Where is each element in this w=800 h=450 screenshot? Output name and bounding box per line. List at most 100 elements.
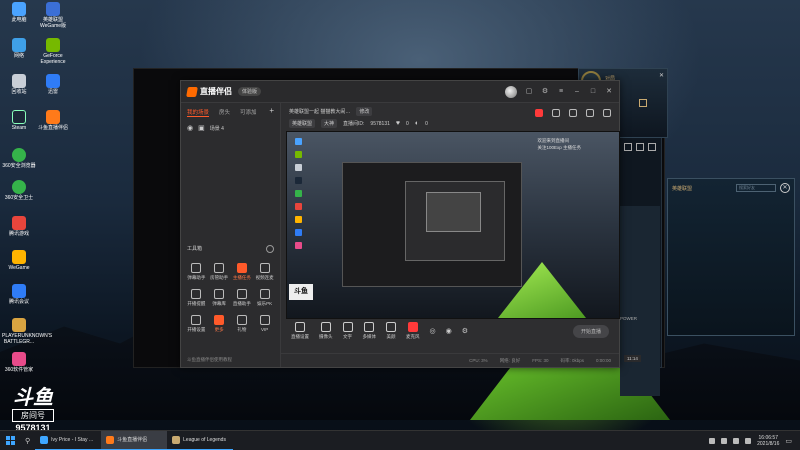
tool-live-reminder[interactable]: 开播提醒 <box>185 289 208 307</box>
gear-icon[interactable] <box>639 99 647 107</box>
taskbar-app-music[interactable]: Ivy Price - I Stay ... <box>35 431 102 450</box>
close-icon[interactable]: ✕ <box>659 72 664 79</box>
library-icon <box>214 289 225 299</box>
scene-tabs: 我的场景 房头 可添加 + <box>181 103 280 122</box>
minimize-icon[interactable]: – <box>573 88 581 96</box>
desktop-icon[interactable]: 360安全浏览器 <box>2 148 36 170</box>
scene-item[interactable]: ◉ ▣ 场景 4 <box>181 122 280 134</box>
microphone-button[interactable]: 麦克风 <box>406 322 420 340</box>
record-icon[interactable]: ◎ <box>430 327 436 335</box>
live-preview[interactable]: 欢迎来到直播间 关注100Exp 主播任务 斗鱼 <box>286 131 620 319</box>
lol-icon <box>172 435 181 444</box>
volume-icon[interactable] <box>745 437 752 444</box>
bell-icon <box>191 289 202 299</box>
chat-icon <box>191 263 202 273</box>
tool-gift[interactable]: 礼物 <box>231 315 254 333</box>
add-scene-button[interactable]: + <box>269 107 274 117</box>
tray-icon[interactable] <box>709 437 716 444</box>
maximize-icon[interactable]: □ <box>589 88 597 96</box>
tool-live-settings[interactable]: 开播设置 <box>185 315 208 333</box>
network-icon[interactable] <box>733 437 740 444</box>
close-icon[interactable]: ✕ <box>605 88 613 96</box>
tab-room-head[interactable]: 房头 <box>219 108 230 117</box>
close-icon[interactable]: ✕ <box>780 183 790 193</box>
desktop-icon[interactable]: 迅雷 <box>36 74 70 96</box>
record-icon[interactable] <box>552 109 560 117</box>
notification-icon[interactable]: ▭ <box>785 437 792 445</box>
desktop-icon[interactable]: 斗鱼直播伴侣 <box>36 110 70 132</box>
avatar[interactable] <box>505 85 517 98</box>
scene-sidebar: 我的场景 房头 可添加 + ◉ ▣ 场景 4 工具箱 弹幕助手 房管助手 主播任… <box>181 103 281 367</box>
desktop-icon[interactable]: PLAYERUNKNOWN'S BATTLEGR... <box>2 318 52 345</box>
tool-video-link[interactable]: 视频连麦 <box>253 263 276 281</box>
desktop-icon[interactable]: 网络 <box>2 38 36 60</box>
tab-addable[interactable]: 可添加 <box>240 108 257 117</box>
start-button[interactable] <box>0 431 20 450</box>
desktop-icon[interactable]: GeForce Experience <box>36 38 70 65</box>
media-button[interactable]: 多媒体 <box>363 322 376 340</box>
text-button[interactable]: 文字 <box>342 322 353 340</box>
taskbar-app-douyu[interactable]: 斗鱼直播伴侣 <box>101 430 168 450</box>
live-settings-button[interactable]: 直播设置 <box>291 322 309 340</box>
desktop-icon[interactable]: 360安全卫士 <box>2 180 36 202</box>
category-chip[interactable]: 英雄联盟 <box>289 119 316 128</box>
tutorial-link[interactable]: 斗鱼直播伴侣使用教程 <box>187 357 232 363</box>
tool-danmu-helper[interactable]: 弹幕助手 <box>185 263 208 281</box>
camera-button[interactable]: 摄像头 <box>319 322 333 340</box>
tool-live-assistant[interactable]: 直播助手 <box>231 289 254 307</box>
friend-search-input[interactable]: 搜索好友 <box>736 184 776 192</box>
task-icon <box>236 263 247 273</box>
tool-pk[interactable]: 娱乐PK <box>253 289 276 307</box>
eye-icon[interactable]: ◉ <box>446 327 452 335</box>
tool-more[interactable]: 更多 <box>208 315 231 333</box>
desktop-icon[interactable]: 英雄联盟 WeGame版 <box>36 2 70 29</box>
subcategory-chip[interactable]: 大神 <box>321 119 338 128</box>
desktop-icon[interactable]: 腾讯游戏 <box>2 216 36 238</box>
desktop-icon[interactable]: 此电脑 <box>2 2 36 24</box>
side-panel-body <box>620 206 660 396</box>
camera-icon[interactable] <box>636 143 644 151</box>
tool-streamer-task[interactable]: 主播任务 <box>231 263 254 281</box>
tool-vip[interactable]: VIP <box>253 315 276 333</box>
edit-title-button[interactable]: 修改 <box>356 107 373 116</box>
clock-time: 16:06:57 <box>758 434 778 441</box>
eye-icon[interactable]: ◉ <box>187 124 193 132</box>
beauty-button[interactable]: 美颜 <box>386 322 396 340</box>
pk-icon <box>259 289 270 299</box>
menu-icon[interactable]: ≡ <box>557 88 565 96</box>
xunlei-icon <box>46 74 60 88</box>
toolbox-settings-icon[interactable] <box>266 245 274 253</box>
desktop-icon[interactable]: 回收站 <box>2 74 36 96</box>
settings-icon[interactable]: ⚙ <box>462 327 468 335</box>
search-icon[interactable]: ⚲ <box>20 437 35 445</box>
lock-icon[interactable]: ▣ <box>198 124 205 132</box>
tab-my-scenes[interactable]: 我的场景 <box>187 108 210 117</box>
microphone-icon <box>407 322 418 332</box>
lol-wegame-icon <box>46 2 60 16</box>
desktop-icon[interactable]: WeGame <box>2 250 36 272</box>
clock[interactable]: 16:06:57 2021/8/16 <box>757 435 779 447</box>
viewer-count: 0 <box>425 120 428 127</box>
stop-icon[interactable] <box>624 143 632 151</box>
tool-room-admin[interactable]: 房管助手 <box>208 263 231 281</box>
folder-icon[interactable] <box>648 143 656 151</box>
tool-danmu-library[interactable]: 弹幕库 <box>208 289 231 307</box>
desktop-icon[interactable]: Steam <box>2 110 36 132</box>
side-time: 11:14 <box>624 355 641 362</box>
title-bar: 直播伴侣 体验版 ▢ ⚙ ≡ – □ ✕ <box>181 81 619 103</box>
settings-icon[interactable] <box>586 109 594 117</box>
gift-icon[interactable] <box>535 109 543 117</box>
message-icon[interactable]: ▢ <box>525 88 533 96</box>
taskbar-app-lol[interactable]: League of Legends <box>167 431 234 450</box>
geforce-icon <box>46 38 60 52</box>
tencent-games-icon <box>12 216 26 230</box>
tray-icon[interactable] <box>721 437 728 444</box>
360-guard-icon <box>12 180 26 194</box>
desktop-icon[interactable]: 腾讯会议 <box>2 284 36 306</box>
bell-icon[interactable] <box>569 109 577 117</box>
vip-icon <box>259 315 270 325</box>
start-live-button[interactable]: 开始直播 <box>572 324 609 338</box>
share-icon[interactable] <box>603 109 611 117</box>
desktop-icon[interactable]: 360软件管家 <box>2 352 36 374</box>
settings-icon[interactable]: ⚙ <box>541 88 549 96</box>
